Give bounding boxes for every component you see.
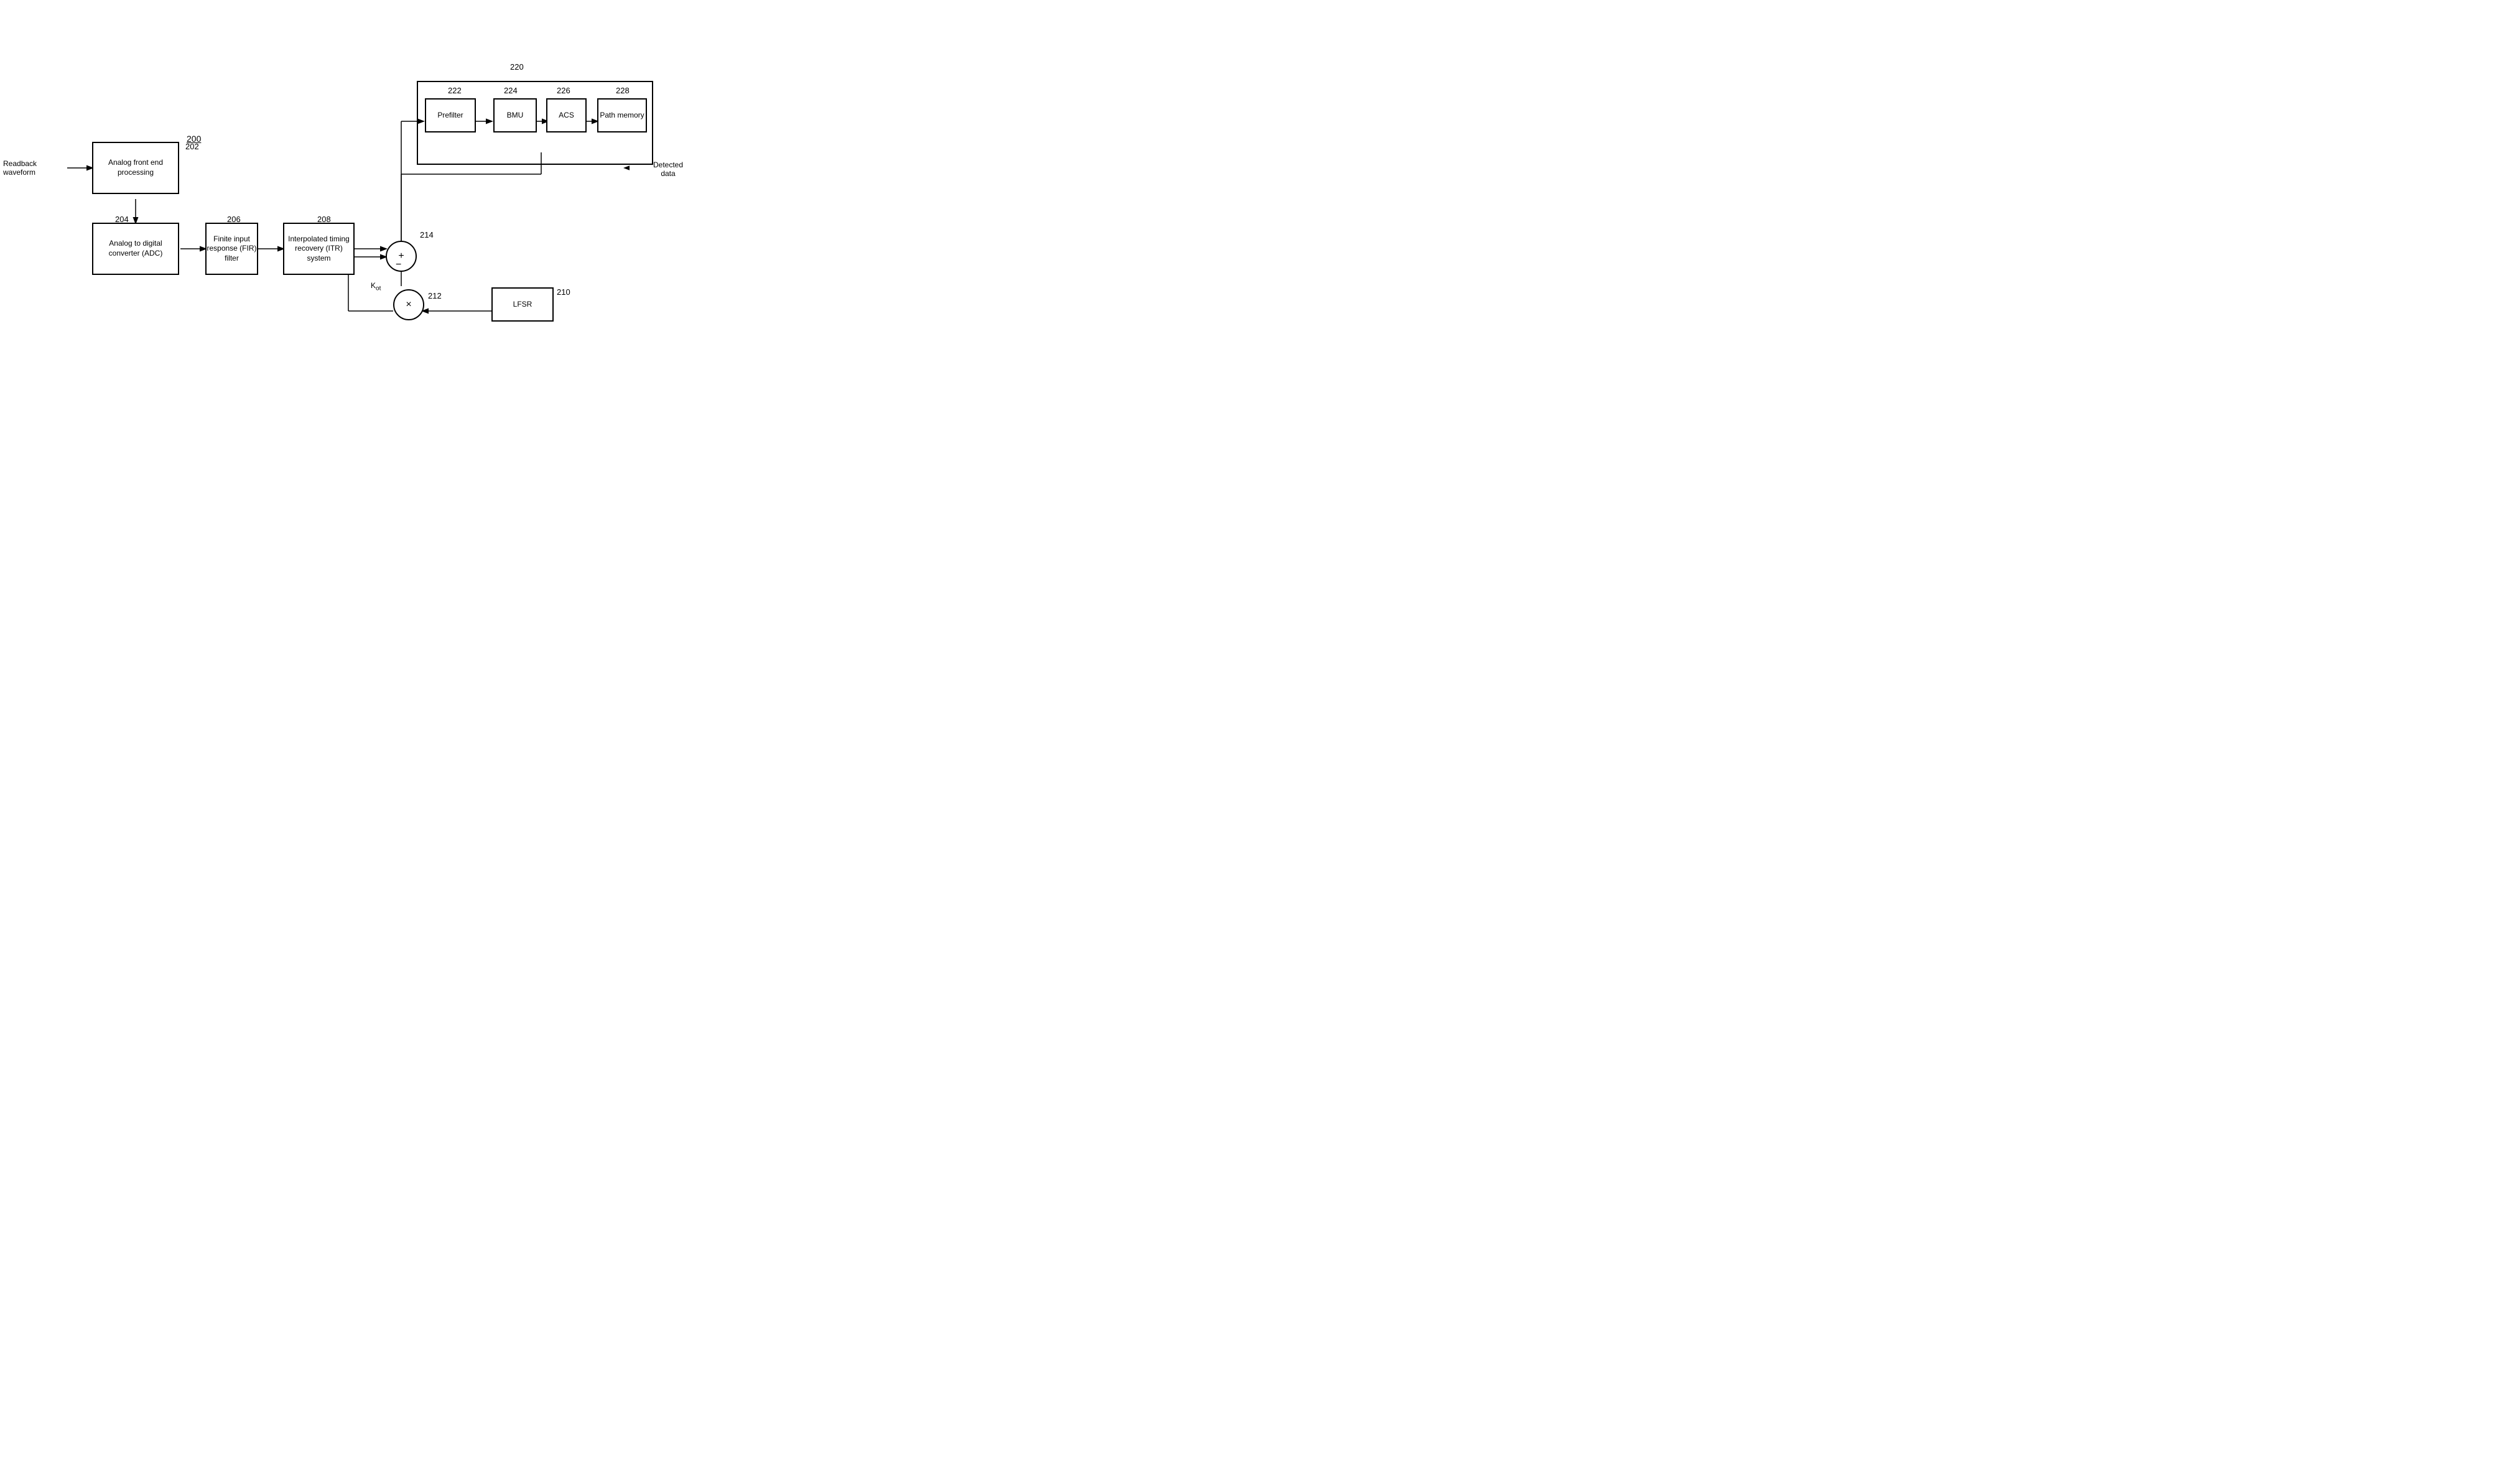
ref-228: 228 bbox=[616, 86, 630, 95]
adc-block: Analog to digital converter (ADC) bbox=[92, 223, 179, 275]
bmu-block: BMU bbox=[493, 98, 537, 132]
ref-202: 202 bbox=[185, 142, 199, 151]
multiply-circle: × bbox=[393, 289, 424, 320]
detected-data-label: Detected data bbox=[653, 160, 683, 178]
analog-front-end-block: Analog front end processing bbox=[92, 142, 179, 194]
ref-204: 204 bbox=[115, 215, 129, 224]
ref-206: 206 bbox=[227, 215, 241, 224]
lfsr-block: LFSR bbox=[491, 287, 554, 322]
fir-block: Finite input response (FIR) filter bbox=[205, 223, 258, 275]
acs-block: ACS bbox=[546, 98, 587, 132]
prefilter-block: Prefilter bbox=[425, 98, 476, 132]
kot-label: Kot bbox=[371, 281, 381, 292]
ref-226: 226 bbox=[557, 86, 570, 95]
path-memory-block: Path memory bbox=[597, 98, 647, 132]
ref-222: 222 bbox=[448, 86, 462, 95]
ref-214: 214 bbox=[420, 230, 434, 239]
ref-220: 220 bbox=[510, 62, 524, 72]
itr-block: Interpolated timing recovery (ITR) syste… bbox=[283, 223, 355, 275]
diagram: 220 200 Readback waveform Analog front e… bbox=[0, 0, 630, 369]
ref-208: 208 bbox=[317, 215, 331, 224]
readback-waveform-label: Readback waveform bbox=[3, 159, 65, 177]
ref-212: 212 bbox=[428, 291, 442, 300]
ref-224: 224 bbox=[504, 86, 518, 95]
ref-210: 210 bbox=[557, 287, 570, 297]
